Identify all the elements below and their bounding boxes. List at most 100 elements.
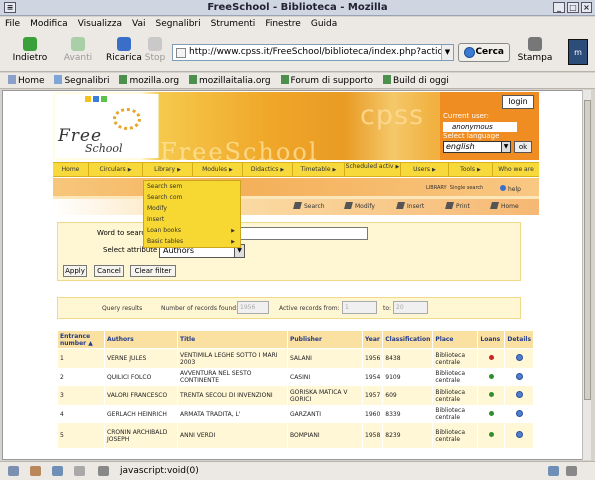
language-value: english [446,142,475,151]
freeschool-logo[interactable]: Free School [55,94,159,158]
menu-visualizza[interactable]: Visualizza [73,17,127,32]
table-row: 5 CRONIN ARCHIBALD JOSEPH ANNI VERDI BOMPIA… [57,422,535,449]
forward-button[interactable]: Avanti [56,35,100,69]
bookmark-build[interactable]: Build di oggi [382,73,449,89]
action-home[interactable]: Home [490,202,519,212]
bookmark-label: Forum di supporto [290,76,374,86]
print-button[interactable]: Stampa [512,35,558,69]
navigator-icon[interactable] [8,466,19,476]
apply-button[interactable]: Apply [63,265,87,277]
menu-item-basic-tables[interactable]: Basic tables ▶ [147,237,237,247]
navigation-toolbar: Indietro Avanti Ricarica Stop http://www… [0,32,595,72]
bookmark-forum[interactable]: Forum di supporto [280,73,374,89]
composer-icon[interactable] [52,466,63,476]
window-titlebar: FreeSchool - Biblioteca - Mozilla ≡ _ □ … [0,0,595,16]
column-entrance-number[interactable]: Entrance number ▲ [57,330,105,349]
action-insert[interactable]: Insert [396,202,424,212]
menu-finestre[interactable]: Finestre [260,17,306,32]
menu-item-modify[interactable]: Modify [147,204,237,214]
action-modify[interactable]: Modify [344,202,375,212]
action-print[interactable]: Print [445,202,470,212]
cell-place: Biblioteca centrale [432,405,479,423]
table-row: 3 VALORI FRANCESCO TRENTA SECOLI DI INVENZ… [57,385,535,406]
active-records-label: Active records from: [279,305,340,312]
search-icon [464,47,475,58]
column-title[interactable]: Title [177,330,288,349]
menu-strumenti[interactable]: Strumenti [206,17,261,32]
addressbook-icon[interactable] [74,466,85,476]
cell-publisher: BOMPIANI [287,422,363,449]
submenu-arrow-icon: ▶ [332,167,337,173]
login-button[interactable]: login [502,95,534,109]
close-icon[interactable]: × [581,2,592,13]
action-label: Search [304,203,325,210]
cell-publisher: GORISKA MATICA V GORICI [287,385,363,406]
minimize-icon[interactable]: _ [553,2,565,13]
nav-timetable[interactable]: Timetable ▶ [293,163,345,177]
nav-library[interactable]: Library ▶ [143,163,193,177]
clear-filter-button[interactable]: Clear filter [130,265,176,277]
bookmark-mozilla-org[interactable]: mozilla.org [119,73,179,89]
maximize-icon[interactable]: □ [567,2,579,13]
mail-icon[interactable] [30,466,41,476]
search-button[interactable]: Cerca [458,43,510,62]
url-dropdown-icon[interactable]: ▼ [441,45,453,60]
details-info-icon[interactable] [515,431,523,438]
nav-tools[interactable]: Tools ▶ [449,163,493,177]
nav-label: Library [154,166,176,173]
breadcrumb-page: Single search [449,185,484,191]
menu-vai[interactable]: Vai [127,17,150,32]
nav-who-we-are[interactable]: Who we are [493,163,539,177]
details-info-icon[interactable] [515,409,523,417]
menu-file[interactable]: File [0,17,25,32]
search-label: Cerca [475,47,504,57]
library-dropdown-menu: Search sem Search com Modify Insert Loan… [143,180,241,248]
bookmark-home[interactable]: Home [8,73,45,89]
cell-author: CRONIN ARCHIBALD JOSEPH [104,422,178,449]
menu-segnalibri[interactable]: Segnalibri [151,17,206,32]
nav-didactics[interactable]: Didactics ▶ [243,163,293,177]
nav-scheduled-activ[interactable]: Scheduled activ ▶ [345,163,401,177]
menu-item-search-sem[interactable]: Search sem [147,182,237,192]
table-header-row: Entrance number ▲ Authors Title Publishe… [57,330,535,349]
column-classification[interactable]: Classification [382,330,434,349]
menu-item-insert[interactable]: Insert [147,215,237,225]
menu-item-loan-books[interactable]: Loan books ▶ [147,226,237,236]
active-to-field[interactable]: 20 [393,301,428,314]
details-info-icon[interactable] [515,354,523,361]
vertical-scrollbar[interactable] [582,90,591,460]
nav-modules[interactable]: Modules ▶ [193,163,243,177]
cell-classification: 9109 [382,368,434,386]
window-menu-icon[interactable]: ≡ [4,2,16,13]
column-authors[interactable]: Authors [104,330,178,349]
details-info-icon[interactable] [515,391,523,398]
menu-item-label: Basic tables [147,238,184,245]
bookmark-mozillaitalia[interactable]: mozillaitalia.org [188,73,271,89]
scrollbar-thumb[interactable] [584,100,591,400]
column-place[interactable]: Place [432,330,479,349]
action-search[interactable]: Search [293,202,325,212]
column-year[interactable]: Year [361,330,384,349]
menu-item-search-com[interactable]: Search com [147,193,237,203]
back-button[interactable]: Indietro [8,35,52,69]
language-ok-button[interactable]: ok [514,141,532,153]
nav-circulars[interactable]: Circulars ▶ [89,163,143,177]
language-select[interactable]: english ▼ [443,141,511,153]
login-panel: login Current user: anonymous Select lan… [440,92,538,160]
cell-author: GERLACH HEINRICH [104,405,178,423]
url-input[interactable]: http://www.cpss.it/FreeSchool/biblioteca… [172,44,454,61]
menu-guida[interactable]: Guida [306,17,342,32]
menu-modifica[interactable]: Modifica [25,17,73,32]
stop-button[interactable]: Stop [138,35,172,69]
active-from-field[interactable]: 1 [342,301,377,314]
nav-users[interactable]: Users ▶ [401,163,449,177]
details-info-icon[interactable] [515,372,523,380]
mozilla-throbber-icon[interactable]: m [568,39,588,65]
column-publisher[interactable]: Publisher [287,330,363,349]
cancel-button[interactable]: Cancel [94,265,124,277]
cell-place: Biblioteca centrale [432,348,479,369]
help-link[interactable]: help [500,185,521,193]
nav-home[interactable]: Home [53,163,89,177]
bookmark-segnalibri[interactable]: Segnalibri [54,73,110,89]
word-to-search-input[interactable] [240,227,368,240]
